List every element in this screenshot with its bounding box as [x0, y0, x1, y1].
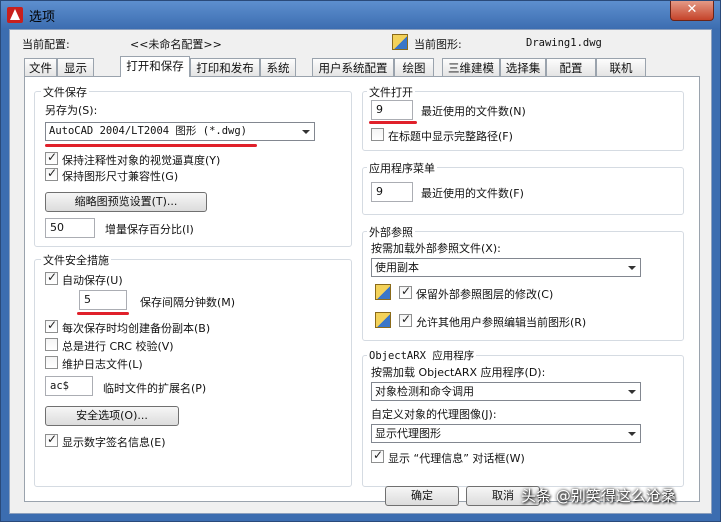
- keep-annotative-label: 保持注释性对象的视觉逼真度(Y): [62, 154, 221, 167]
- proxy-images-select[interactable]: 显示代理图形: [371, 424, 641, 443]
- objectarx-group: ObjectARX 应用程序 按需加载 ObjectARX 应用程序(D): 对…: [362, 348, 684, 487]
- retain-xref-layers-checkbox[interactable]: [399, 284, 412, 299]
- security-options-button[interactable]: 安全选项(O)...: [45, 406, 179, 426]
- current-profile-label: 当前配置:: [22, 38, 70, 51]
- log-file-label: 维护日志文件(L): [62, 358, 143, 371]
- xref-layer-icon: [375, 284, 391, 300]
- objectarx-title: ObjectARX 应用程序: [367, 348, 477, 363]
- app-menu-recent-label: 最近使用的文件数(F): [421, 187, 524, 200]
- temp-extension-label: 临时文件的扩展名(P): [103, 382, 207, 395]
- tab-online[interactable]: 联机: [596, 58, 646, 76]
- proxy-images-label: 自定义对象的代理图像(J):: [371, 408, 497, 421]
- crc-label: 总是进行 CRC 校验(V): [62, 340, 174, 353]
- tab-open-and-save[interactable]: 打开和保存: [120, 56, 190, 77]
- file-open-title: 文件打开: [367, 84, 415, 100]
- chevron-down-icon: [624, 425, 640, 442]
- file-save-group: 文件保存 另存为(S): AutoCAD 2004/LT2004 图形 (*.d…: [34, 84, 352, 247]
- proxy-info-label: 显示 “代理信息” 对话框(W): [388, 452, 525, 465]
- autocad-logo-icon: [7, 7, 23, 23]
- xref-title: 外部参照: [367, 224, 415, 240]
- xref-demand-value: 使用副本: [375, 261, 419, 274]
- red-underline-annotation: [369, 121, 417, 124]
- full-path-label: 在标题中显示完整路径(F): [388, 130, 513, 143]
- backup-checkbox[interactable]: [45, 318, 58, 333]
- current-drawing-value: Drawing1.dwg: [526, 37, 602, 49]
- thumbnail-settings-button[interactable]: 缩略图预览设置(T)...: [45, 192, 207, 212]
- ok-button[interactable]: 确定: [385, 486, 459, 506]
- tab-selection[interactable]: 选择集: [500, 58, 546, 76]
- app-menu-title: 应用程序菜单: [367, 160, 437, 176]
- chevron-down-icon: [624, 259, 640, 276]
- temp-extension-input[interactable]: ac$: [45, 376, 93, 396]
- save-as-value: AutoCAD 2004/LT2004 图形 (*.dwg): [49, 125, 248, 137]
- file-save-title: 文件保存: [41, 84, 89, 100]
- incremental-save-label: 增量保存百分比(I): [105, 223, 194, 236]
- tab-profiles[interactable]: 配置: [546, 58, 596, 76]
- keep-size-compat-checkbox[interactable]: [45, 166, 58, 181]
- current-drawing-label: 当前图形:: [414, 38, 462, 51]
- chevron-down-icon: [624, 383, 640, 400]
- proxy-images-value: 显示代理图形: [375, 427, 441, 440]
- allow-xref-edit-label: 允许其他用户参照编辑当前图形(R): [416, 316, 587, 329]
- dialog-title: 选项: [29, 10, 56, 25]
- crc-checkbox[interactable]: [45, 338, 58, 351]
- recent-files-label: 最近使用的文件数(N): [421, 105, 526, 118]
- close-button[interactable]: ✕: [670, 1, 714, 21]
- digital-signature-checkbox[interactable]: [45, 432, 58, 447]
- save-as-select[interactable]: AutoCAD 2004/LT2004 图形 (*.dwg): [45, 122, 315, 141]
- full-path-checkbox[interactable]: [371, 128, 384, 141]
- autosave-label: 自动保存(U): [62, 274, 123, 287]
- xref-demand-label: 按需加载外部参照文件(X):: [371, 242, 501, 255]
- objectarx-demand-label: 按需加载 ObjectARX 应用程序(D):: [371, 366, 546, 379]
- open-and-save-page: 文件保存 另存为(S): AutoCAD 2004/LT2004 图形 (*.d…: [24, 76, 700, 502]
- tab-plot-and-publish[interactable]: 打印和发布: [190, 58, 260, 76]
- tab-system[interactable]: 系统: [260, 58, 296, 76]
- red-underline-annotation: [77, 312, 129, 315]
- allow-xref-edit-checkbox[interactable]: [399, 312, 412, 327]
- autosave-checkbox[interactable]: [45, 270, 58, 285]
- current-profile-value: <<未命名配置>>: [130, 38, 222, 51]
- autosave-interval-input[interactable]: 5: [79, 290, 127, 310]
- tab-files[interactable]: 文件: [24, 58, 57, 76]
- dialog-body: 当前配置: <<未命名配置>> 当前图形: Drawing1.dwg 文件 显示…: [9, 29, 712, 514]
- log-file-checkbox[interactable]: [45, 356, 58, 369]
- save-as-label: 另存为(S):: [45, 104, 98, 117]
- title-bar[interactable]: 选项 ✕: [1, 1, 720, 29]
- proxy-info-checkbox[interactable]: [371, 448, 384, 463]
- tab-drafting[interactable]: 绘图: [394, 58, 434, 76]
- app-menu-group: 应用程序菜单 9 最近使用的文件数(F): [362, 160, 684, 215]
- app-menu-recent-input[interactable]: 9: [371, 182, 413, 202]
- objectarx-demand-select[interactable]: 对象检测和命令调用: [371, 382, 641, 401]
- options-dialog: 选项 ✕ 当前配置: <<未命名配置>> 当前图形: Drawing1.dwg …: [0, 0, 721, 522]
- objectarx-demand-value: 对象检测和命令调用: [375, 385, 474, 398]
- autosave-interval-label: 保存间隔分钟数(M): [140, 296, 236, 309]
- red-underline-annotation: [45, 144, 257, 147]
- incremental-save-input[interactable]: 50: [45, 218, 95, 238]
- tab-3d-modeling[interactable]: 三维建模: [442, 58, 500, 76]
- file-safety-title: 文件安全措施: [41, 252, 111, 268]
- xref-demand-select[interactable]: 使用副本: [371, 258, 641, 277]
- file-open-group: 文件打开 9 最近使用的文件数(N) 在标题中显示完整路径(F): [362, 84, 684, 151]
- recent-files-input[interactable]: 9: [371, 100, 413, 120]
- watermark-text: 头条 @别笑得这么沧桑: [521, 487, 676, 505]
- backup-label: 每次保存时均创建备份副本(B): [62, 322, 211, 335]
- xref-edit-icon: [375, 312, 391, 328]
- keep-size-compat-label: 保持图形尺寸兼容性(G): [62, 170, 179, 183]
- chevron-down-icon: [298, 123, 314, 140]
- drawing-file-icon: [392, 34, 408, 50]
- tab-display[interactable]: 显示: [57, 58, 94, 76]
- file-safety-group: 文件安全措施 自动保存(U) 5 保存间隔分钟数(M) 每次保存时均创建备份副本…: [34, 252, 352, 487]
- xref-group: 外部参照 按需加载外部参照文件(X): 使用副本 保留外部参照图层的修改(C) …: [362, 224, 684, 341]
- digital-signature-label: 显示数字签名信息(E): [62, 436, 166, 449]
- retain-xref-layers-label: 保留外部参照图层的修改(C): [416, 288, 554, 301]
- tab-user-preferences[interactable]: 用户系统配置: [312, 58, 394, 76]
- keep-annotative-checkbox[interactable]: [45, 150, 58, 165]
